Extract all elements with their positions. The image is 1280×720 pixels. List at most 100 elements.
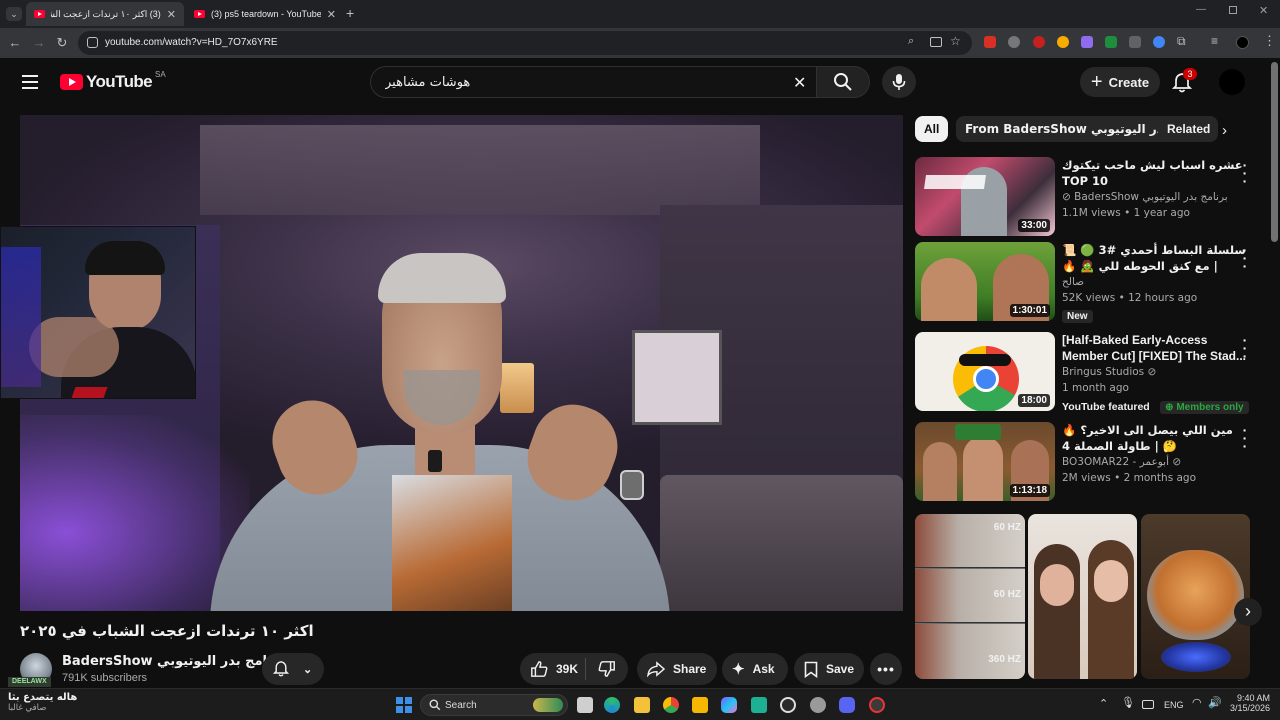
channel-name[interactable]: BO3OMAR22 - أبوعمر ⊘ (1062, 454, 1247, 470)
shorts-item[interactable]: 60 HZ 60 HZ 360 HZ (915, 514, 1025, 679)
profile-avatar-icon[interactable] (1236, 36, 1249, 49)
video-thumbnail[interactable]: 1:13:18 (915, 422, 1055, 501)
video-thumbnail[interactable]: 33:00 (915, 157, 1055, 236)
rockstar-icon[interactable] (692, 697, 708, 713)
clock[interactable]: 9:40 AM 3/15/2026 (1230, 693, 1270, 713)
hamburger-menu-icon[interactable] (22, 75, 38, 89)
weather-widget[interactable]: هاله يتصدع بثا صافي غالبا (8, 692, 128, 718)
more-vertical-icon[interactable]: · · · (1240, 423, 1250, 453)
dislike-button[interactable] (586, 660, 616, 678)
settings-gear-icon[interactable] (810, 697, 826, 713)
channel-name[interactable]: Bringus Studios ⊘ (1062, 364, 1247, 380)
taskbar-search-box[interactable]: Search (420, 694, 568, 716)
file-explorer-icon[interactable] (634, 697, 650, 713)
edge-browser-icon[interactable] (604, 697, 620, 713)
bookmark-star-icon[interactable]: ☆ (950, 34, 961, 48)
volume-icon[interactable]: 🔊 (1208, 696, 1222, 709)
search-button[interactable] (817, 66, 870, 98)
more-horizontal-icon: ••• (877, 661, 895, 677)
tab-active[interactable]: (3) اكثر ١٠ ترندات ازعجت الشباب في ✕ (26, 2, 184, 26)
copilot-icon[interactable] (721, 697, 737, 713)
new-tab-button[interactable]: + (346, 5, 360, 21)
floor-lamp (500, 363, 534, 413)
verified-badge-icon: ⊘ (1062, 191, 1075, 203)
close-window-button[interactable]: ✕ (1259, 4, 1268, 17)
back-icon[interactable]: ← (6, 34, 24, 52)
restore-window-button[interactable] (1229, 6, 1237, 14)
shorts-noodle-pot (1147, 550, 1244, 640)
discord-icon[interactable] (839, 697, 855, 713)
video-title[interactable]: [Half-Baked Early-Access Member Cut] [FI… (1062, 332, 1247, 364)
task-view-icon[interactable] (577, 697, 593, 713)
account-avatar[interactable] (1219, 69, 1245, 95)
zoom-icon[interactable]: ⌕ (908, 35, 914, 48)
create-button[interactable]: + Create (1080, 67, 1160, 97)
page-scrollbar-thumb[interactable] (1271, 62, 1278, 242)
ask-button[interactable]: ✦ Ask (722, 653, 788, 685)
microphone-icon (892, 74, 906, 90)
extension-badge-icon[interactable] (1033, 36, 1045, 48)
more-actions-button[interactable]: ••• (870, 653, 902, 685)
extension-purple-icon[interactable] (1081, 36, 1093, 48)
microphone-tray-icon[interactable]: 🎙 (1121, 696, 1135, 709)
video-thumbnail[interactable]: 18:00 (915, 332, 1055, 411)
close-tab-icon[interactable]: ✕ (167, 8, 176, 21)
wifi-icon[interactable]: ◠ (1192, 696, 1202, 709)
shorts-item[interactable] (1141, 514, 1250, 679)
extension-green-icon[interactable] (1105, 36, 1117, 48)
video-thumbnail[interactable]: 1:30:01 (915, 242, 1055, 321)
shorts-next-button[interactable]: › (1234, 598, 1262, 626)
reload-icon[interactable]: ↻ (53, 34, 71, 52)
forward-icon[interactable]: → (30, 34, 48, 52)
start-button-icon[interactable] (396, 697, 412, 713)
extension-box-icon[interactable] (1129, 36, 1141, 48)
audio-app-icon[interactable] (751, 697, 767, 713)
list-item[interactable]: 1:13:18 مين اللي بيصل الى الاخير؟ 🔥 🤔 | … (915, 422, 1270, 502)
search-input[interactable] (385, 67, 785, 97)
extension-amber-icon[interactable] (1057, 36, 1069, 48)
share-button[interactable]: Share (637, 653, 717, 685)
chrome-icon[interactable] (663, 697, 679, 713)
video-title[interactable]: مين اللي بيصل الى الاخير؟ 🔥 🤔 | طاولة ال… (1062, 422, 1247, 454)
keyboard-tray-icon[interactable] (1142, 700, 1154, 709)
close-tab-icon[interactable]: ✕ (327, 8, 336, 21)
youtube-logo[interactable]: YouTube SA (60, 70, 166, 92)
cast-icon[interactable] (930, 37, 942, 47)
voice-search-button[interactable] (882, 66, 916, 98)
list-item[interactable]: 33:00 عشره اسباب ليش ماحب تيكتوك TOP 10 … (915, 157, 1270, 237)
chip-related[interactable]: Related (1158, 116, 1214, 142)
chips-next-arrow-icon[interactable]: › (1222, 122, 1227, 139)
shorts-item[interactable] (1028, 514, 1137, 679)
more-vertical-icon[interactable]: · · · (1240, 333, 1250, 363)
tray-overflow-chevron-icon[interactable]: ⌃ (1099, 697, 1108, 710)
save-button[interactable]: Save (794, 653, 864, 685)
site-info-icon[interactable] (87, 37, 98, 48)
channel-name[interactable]: صالح (1062, 274, 1247, 290)
notifications-button[interactable]: 3 (1172, 68, 1197, 94)
extension-blue-icon[interactable] (1153, 36, 1165, 48)
clear-search-icon[interactable]: ✕ (793, 73, 806, 93)
subscribe-notification-button[interactable]: ⌄ (262, 653, 324, 685)
more-vertical-icon[interactable]: · · · (1240, 243, 1250, 273)
chip-all[interactable]: All (915, 116, 949, 142)
video-title[interactable]: عشره اسباب ليش ماحب تيكتوك TOP 10 (1062, 157, 1247, 189)
browser-menu-icon[interactable]: ⋮ (1263, 33, 1276, 49)
channel-name[interactable]: ⊘ BadersShow برنامج بدر اليوتيوبي (1062, 189, 1247, 205)
active-app-icon[interactable] (869, 697, 885, 713)
video-title[interactable]: سلسلة البساط أحمدي #3 🟢 📜 | مع كنق الحوط… (1062, 242, 1247, 274)
list-item[interactable]: 1:30:01 سلسلة البساط أحمدي #3 🟢 📜 | مع ك… (915, 242, 1270, 326)
thumbnail-person-left (921, 258, 977, 321)
address-bar[interactable]: youtube.com/watch?v=HD_7O7x6YRE ⌕ ☆ (78, 31, 972, 55)
more-vertical-icon[interactable]: · · · (1240, 158, 1250, 188)
obs-icon[interactable] (780, 697, 796, 713)
minimize-window-button[interactable]: — (1196, 4, 1206, 15)
reading-list-icon[interactable]: ≡ (1211, 34, 1218, 48)
like-button[interactable]: 39K (520, 658, 586, 680)
list-item[interactable]: 18:00 [Half-Baked Early-Access Member Cu… (915, 332, 1270, 416)
extension-red-icon[interactable] (984, 36, 996, 48)
tab-search-icon[interactable]: ⌄ (6, 7, 22, 21)
tab-inactive[interactable]: (3) ps5 teardown - YouTube ✕ (186, 2, 344, 26)
language-indicator[interactable]: ENG (1164, 700, 1184, 710)
extension-gray-icon[interactable] (1008, 36, 1020, 48)
extensions-puzzle-icon[interactable]: ⧉ (1177, 34, 1186, 49)
